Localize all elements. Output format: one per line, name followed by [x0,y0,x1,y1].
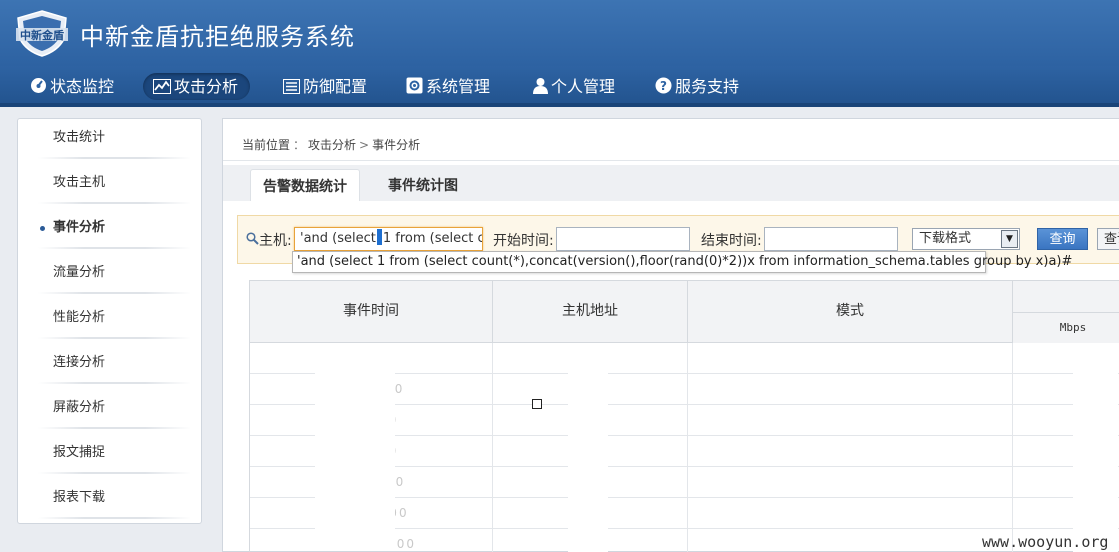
query-button[interactable]: 查询 [1037,228,1088,250]
nav-label: 服务支持 [675,77,740,96]
nav-attack-analysis[interactable]: 攻击分析 [143,73,251,100]
end-time-label: 结束时间: [701,233,762,249]
sidebar-item-attack-stats[interactable]: 攻击统计 [18,119,201,164]
sidebar-item-label: 攻击主机 [53,175,106,190]
sidebar-item-packet-capture[interactable]: 报文捕捉 [18,434,201,479]
chevron-down-icon[interactable]: ▼ [1001,230,1018,248]
nav-label: 防御配置 [303,77,368,96]
watermark: www.wooyun.org [982,533,1109,551]
text-cursor [376,229,382,245]
sidebar-item-label: 屏蔽分析 [53,400,106,415]
nav-label: 状态监控 [50,77,115,96]
cell-mode [688,498,1013,528]
download-format-select[interactable]: 下载格式 ▼ [912,228,1020,250]
sidebar-item-block-analysis[interactable]: 屏蔽分析 [18,389,201,434]
nav-service-support[interactable]: ? 服务支持 [655,73,739,100]
shield-logo-icon: 中新金盾 [16,10,68,57]
user-icon [533,78,548,94]
active-bullet-icon [40,226,45,231]
breadcrumb-level1[interactable]: 攻击分析 [308,138,356,152]
autocomplete-suggestion[interactable]: 'and (select 1 from (select count(*),con… [292,251,1072,273]
nav-system-management[interactable]: 系统管理 [406,73,490,100]
breadcrumb-colon: ： [293,138,306,152]
nav-label: 个人管理 [551,77,616,96]
nav-defense-config[interactable]: 防御配置 [283,73,367,100]
query-button-secondary[interactable]: 查询 [1097,228,1119,250]
sidebar-item-label: 性能分析 [53,310,106,325]
main-nav: 状态监控 攻击分析 防御配置 系统管理 个人管理 ? 服务支持 [0,66,1119,107]
cell-mode [688,343,1013,373]
nav-label: 系统管理 [426,77,491,96]
svg-text:中新金盾: 中新金盾 [20,28,64,42]
start-time-label: 开始时间: [493,233,554,249]
sidebar-item-label: 攻击统计 [53,130,106,145]
cell-mode [688,405,1013,435]
sidebar-item-event-analysis[interactable]: 事件分析 [18,209,201,254]
chart-icon [153,79,171,94]
mouse-cursor-icon [532,399,542,409]
column-header-mbps: Mbps [1013,312,1119,343]
host-input[interactable]: 'and (select 1 from (select co [294,227,483,251]
column-header-host[interactable]: 主机地址 [493,281,688,343]
column-header-time[interactable]: 事件时间 [250,281,493,343]
nav-label: 攻击分析 [174,77,239,96]
column-header-mode[interactable]: 模式 [688,281,1013,343]
sidebar-item-connection-analysis[interactable]: 连接分析 [18,344,201,389]
sidebar-item-attack-hosts[interactable]: 攻击主机 [18,164,201,209]
host-label: 主机: [259,233,292,249]
sidebar-item-performance-analysis[interactable]: 性能分析 [18,299,201,344]
search-icon [246,232,259,245]
start-time-input[interactable] [556,227,690,251]
sidebar-item-label: 报表下载 [53,490,106,505]
help-icon: ? [655,77,672,94]
download-format-value: 下载格式 [919,231,972,246]
svg-text:?: ? [660,79,667,93]
breadcrumb-prefix: 当前位置 [242,138,291,152]
sidebar-item-label: 流量分析 [53,265,106,280]
app-title: 中新金盾抗拒绝服务系统 [80,23,355,51]
cell-mode [688,467,1013,497]
dashboard-icon [31,78,46,93]
redaction-mask [315,351,395,551]
tab-event-chart[interactable]: 事件统计图 [376,169,470,201]
events-table: 事件时间 主机地址 模式 Mbps -- :-- : 20 - ° :0 : 2… [249,280,1119,552]
sidebar-item-label: 事件分析 [53,220,106,235]
sidebar-item-label: 报文捕捉 [53,445,106,460]
tab-alert-stats[interactable]: 告警数据统计 [250,169,360,201]
host-input-text-after: 1 from (select co [382,231,483,246]
sidebar-item-traffic-analysis[interactable]: 流量分析 [18,254,201,299]
cell-mode [688,374,1013,404]
config-icon [283,79,300,94]
redaction-mask [1073,343,1118,552]
nav-status-monitor[interactable]: 状态监控 [30,73,114,100]
sidebar: 攻击统计 攻击主机 事件分析 流量分析 性能分析 连接分析 屏蔽分析 报文捕捉 … [17,118,202,524]
redaction-mask [568,343,608,552]
breadcrumb-separator: > [359,138,370,152]
host-input-text-before: 'and (select [300,231,376,246]
divider [223,160,1119,161]
nav-personal-management[interactable]: 个人管理 [533,73,615,100]
breadcrumb: 当前位置：攻击分析 > 事件分析 [242,136,420,153]
app-header: 中新金盾 中新金盾抗拒绝服务系统 [0,0,1119,66]
sidebar-item-report-download[interactable]: 报表下载 [18,479,201,524]
cell-mode [688,436,1013,466]
sidebar-item-label: 连接分析 [53,355,106,370]
cell-mode [688,529,1013,552]
end-time-input[interactable] [764,227,898,251]
breadcrumb-level2: 事件分析 [372,138,421,152]
system-icon [406,77,423,94]
